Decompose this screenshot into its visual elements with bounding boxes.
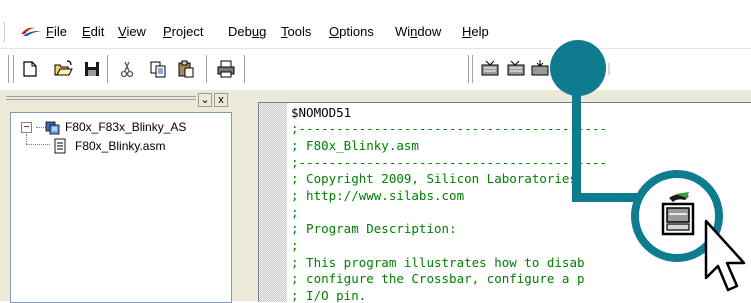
panel-grip-line — [6, 96, 196, 97]
panel-grip-line — [6, 99, 196, 100]
menu-bar: File Edit View Project Debug Tools Optio… — [0, 0, 751, 48]
code-line: ;---------------------------------------… — [291, 121, 608, 136]
code-line: ; Program Description: — [291, 221, 457, 236]
mouse-cursor-icon — [704, 219, 746, 292]
code-line: ;---------------------------------------… — [291, 155, 608, 170]
build-icon[interactable] — [480, 59, 500, 79]
toolbar — [0, 48, 751, 91]
download-icon[interactable] — [530, 59, 550, 79]
editor-gutter[interactable] — [259, 103, 287, 302]
open-folder-icon[interactable] — [53, 59, 73, 79]
menu-help[interactable]: Help — [462, 24, 489, 40]
toolbar-grip-3[interactable] — [468, 55, 471, 83]
tree-file-label: F80x_Blinky.asm — [75, 139, 166, 153]
menu-file[interactable]: File — [46, 24, 67, 40]
code-line: ; http://www.silabs.com — [291, 188, 465, 203]
toolbar-separator — [107, 55, 110, 83]
menu-view[interactable]: View — [118, 24, 146, 40]
menu-project[interactable]: Project — [163, 24, 203, 40]
menu-tools[interactable]: Tools — [281, 24, 311, 40]
toolbar-grip-2 — [13, 55, 16, 83]
callout-origin-dot — [550, 40, 606, 96]
menu-edit[interactable]: Edit — [82, 24, 104, 40]
project-panel: ⌄ x − F80x_F83x_Blinky_AS F80x_Blinky.as… — [0, 90, 240, 303]
download-to-device-icon — [661, 192, 695, 236]
code-line: ; I/O pin. — [291, 288, 367, 302]
code-line: ; Copyright 2009, Silicon Laboratories — [291, 171, 577, 186]
menu-mnemonic: F — [46, 24, 54, 39]
panel-close-button[interactable]: x — [214, 93, 228, 107]
tree-collapse-toggle[interactable]: − — [21, 122, 32, 133]
tree-item-file[interactable]: F80x_Blinky.asm — [53, 137, 231, 155]
tree-item-project[interactable]: F80x_F83x_Blinky_AS — [45, 118, 231, 136]
toolbar-grip-4 — [472, 55, 475, 83]
menu-window[interactable]: Window — [395, 24, 441, 40]
code-line: ; This program illustrates how to disab — [291, 255, 585, 270]
menu-options[interactable]: Options — [329, 24, 374, 40]
asm-file-icon — [54, 138, 66, 154]
save-icon[interactable] — [82, 59, 102, 79]
toolbar-separator-2 — [206, 55, 209, 83]
menu-debug[interactable]: Debug — [228, 24, 266, 40]
code-line: ; — [291, 205, 299, 220]
rebuild-icon[interactable] — [506, 59, 526, 79]
code-line: ; F80x_Blinky.asm — [291, 138, 419, 153]
code-line: ; — [291, 238, 299, 253]
menubar-grip[interactable] — [4, 22, 8, 42]
print-icon[interactable] — [216, 59, 236, 79]
tree-connector — [26, 144, 50, 145]
menu-mnemonic: O — [329, 24, 340, 39]
menu-mnemonic: T — [281, 24, 288, 39]
code-line: ; configure the Crossbar, configure a p — [291, 271, 585, 286]
panel-dock-button[interactable]: ⌄ — [198, 93, 212, 107]
menu-mnemonic: u — [251, 24, 260, 39]
menu-mnemonic: H — [462, 24, 472, 39]
toolbar-grip[interactable] — [8, 55, 11, 83]
menu-mnemonic: n — [410, 24, 418, 39]
toolbar-separator-3 — [244, 55, 247, 83]
code-line: $NOMOD51 — [291, 105, 352, 120]
menu-mnemonic: E — [82, 24, 91, 39]
tree-connector — [26, 134, 27, 144]
project-panel-titlebar[interactable]: ⌄ x — [0, 90, 240, 108]
project-tree: − F80x_F83x_Blinky_AS F80x_Blinky.asm — [10, 112, 232, 303]
paste-icon[interactable] — [176, 59, 196, 79]
tree-project-label: F80x_F83x_Blinky_AS — [65, 120, 187, 134]
menu-mnemonic: P — [163, 24, 172, 39]
project-icon — [45, 121, 60, 135]
copy-icon[interactable] — [148, 59, 168, 79]
silabs-logo-icon — [21, 27, 41, 36]
cut-icon[interactable] — [117, 59, 137, 79]
menu-mnemonic: V — [118, 24, 127, 39]
new-file-icon[interactable] — [20, 59, 40, 79]
